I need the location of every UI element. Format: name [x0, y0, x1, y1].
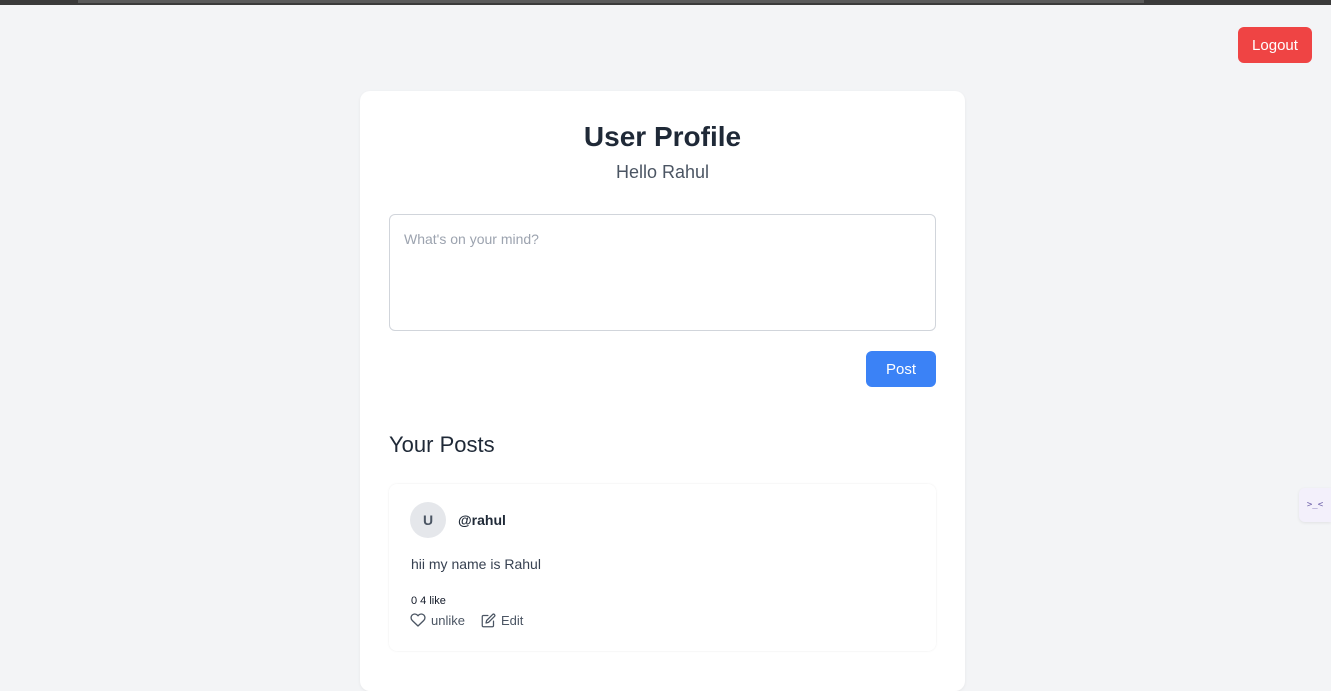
side-extension-widget[interactable]: >_<	[1299, 488, 1331, 522]
like-count: 0 4 like	[411, 595, 446, 607]
greeting-text: Hello Rahul	[615, 162, 710, 182]
edit-button[interactable]: Edit	[481, 613, 523, 628]
browser-top-bar	[0, 0, 1331, 5]
post-content: hii my name is Rahul	[411, 556, 541, 572]
extension-glyph-icon: >_<	[1306, 500, 1324, 510]
page-title: User Profile	[583, 121, 742, 152]
your-posts-heading: Your Posts	[389, 432, 495, 457]
post-username: @rahul	[458, 512, 506, 528]
unlike-label: unlike	[431, 612, 465, 628]
post-actions: unlike Edit	[410, 612, 523, 628]
post-button[interactable]: Post	[866, 351, 936, 387]
unlike-button[interactable]: unlike	[410, 612, 465, 628]
avatar: U	[410, 502, 446, 538]
heart-icon	[410, 612, 426, 628]
post-card: U @rahul hii my name is Rahul 0 4 like u…	[389, 484, 936, 651]
browser-top-bar-inner	[78, 0, 1144, 3]
edit-label: Edit	[500, 612, 524, 628]
edit-icon	[481, 613, 496, 628]
profile-card: User Profile Hello Rahul Post Your Posts…	[360, 91, 965, 691]
logout-button[interactable]: Logout	[1238, 27, 1312, 63]
post-input[interactable]	[389, 214, 936, 331]
